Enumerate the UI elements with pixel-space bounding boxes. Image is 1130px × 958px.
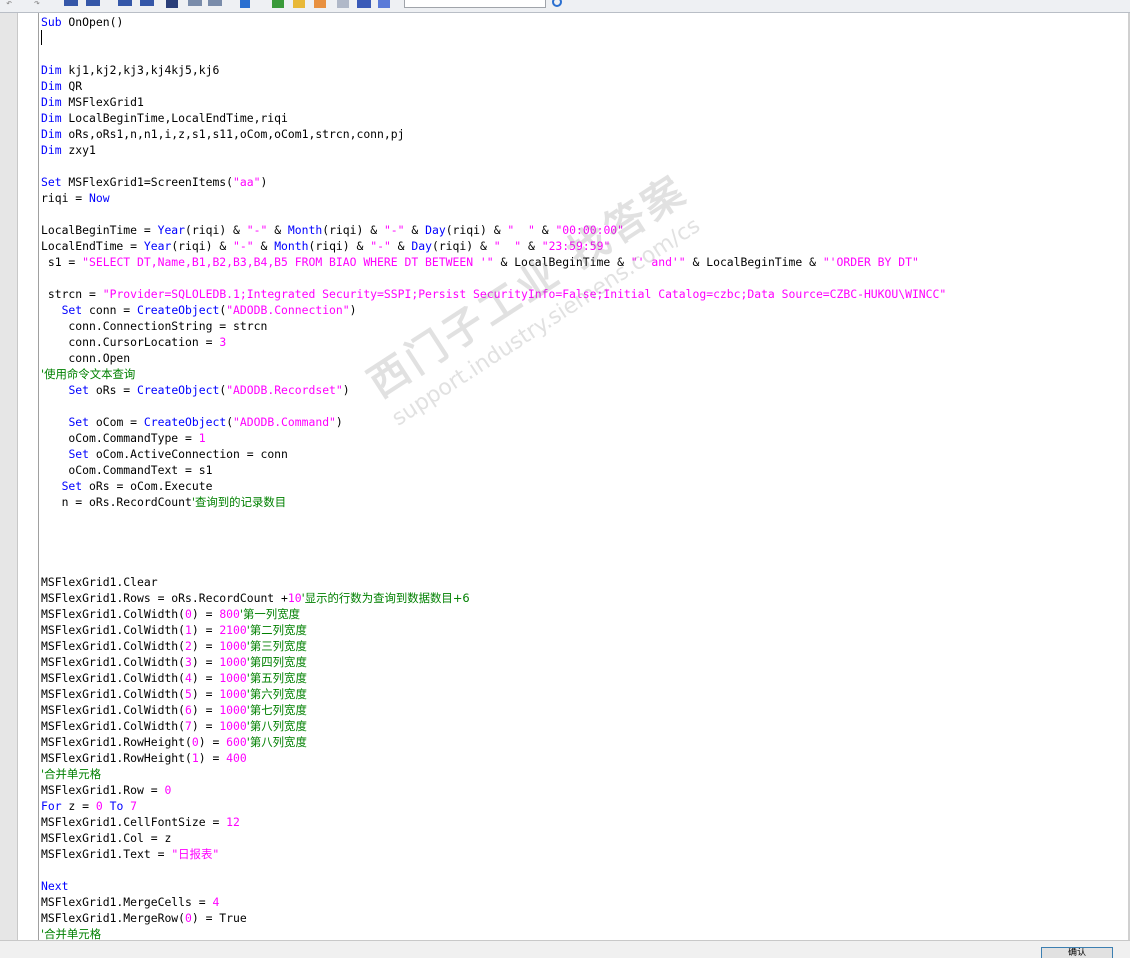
code-line[interactable]: MSFlexGrid1.ColWidth(0) = 800'第一列宽度: [41, 606, 300, 622]
outdent-icon[interactable]: [86, 0, 100, 6]
status-bar: 确认: [0, 940, 1130, 958]
code-line[interactable]: strcn = "Provider=SQLOLEDB.1;Integrated …: [41, 286, 946, 302]
tag-icon[interactable]: [357, 0, 371, 8]
code-line[interactable]: Set oCom.ActiveConnection = conn: [41, 446, 287, 462]
code-line[interactable]: Dim zxy1: [41, 142, 96, 158]
code-line[interactable]: '使用命令文本查询: [41, 366, 135, 382]
align-right-icon[interactable]: [140, 0, 154, 6]
code-line[interactable]: oCom.CommandText = s1: [41, 462, 212, 478]
code-line[interactable]: MSFlexGrid1.CellFontSize = 12: [41, 814, 240, 830]
code-line[interactable]: '合并单元格: [41, 926, 101, 940]
code-line[interactable]: Dim MSFlexGrid1: [41, 94, 144, 110]
code-line[interactable]: Dim QR: [41, 78, 82, 94]
code-line[interactable]: MSFlexGrid1.Rows = oRs.RecordCount +10'显…: [41, 590, 470, 606]
code-line[interactable]: Next: [41, 878, 68, 894]
folder-icon[interactable]: [293, 0, 305, 8]
code-line[interactable]: MSFlexGrid1.Text = "日报表": [41, 846, 219, 862]
code-line[interactable]: For z = 0 To 7: [41, 798, 137, 814]
image-icon[interactable]: [314, 0, 326, 8]
code-line[interactable]: MSFlexGrid1.Clear: [41, 574, 158, 590]
undo-icon[interactable]: ↶: [6, 0, 16, 10]
find-replace-icon[interactable]: [208, 0, 222, 6]
code-line[interactable]: MSFlexGrid1.RowHeight(0) = 600'第八列宽度: [41, 734, 307, 750]
redo-icon[interactable]: ↷: [34, 0, 44, 10]
bookmark-icon[interactable]: [166, 0, 178, 8]
code-line[interactable]: MSFlexGrid1.Row = 0: [41, 782, 171, 798]
code-line[interactable]: Set oCom = CreateObject("ADODB.Command"): [41, 414, 342, 430]
code-line[interactable]: MSFlexGrid1.RowHeight(1) = 400: [41, 750, 247, 766]
tag-icon[interactable]: [378, 0, 390, 8]
code-line[interactable]: MSFlexGrid1.ColWidth(1) = 2100'第二列宽度: [41, 622, 307, 638]
code-line[interactable]: Set MSFlexGrid1=ScreenItems("aa"): [41, 174, 267, 190]
align-left-icon[interactable]: [118, 0, 132, 6]
code-line[interactable]: conn.Open: [41, 350, 130, 366]
breakpoint-margin[interactable]: [18, 13, 39, 940]
check-icon[interactable]: [272, 0, 284, 8]
search-icon[interactable]: [552, 0, 562, 7]
code-line[interactable]: MSFlexGrid1.ColWidth(2) = 1000'第三列宽度: [41, 638, 307, 654]
find-replace-icon[interactable]: [188, 0, 202, 6]
ok-button[interactable]: 确认: [1041, 947, 1113, 958]
code-line[interactable]: MSFlexGrid1.ColWidth(4) = 1000'第五列宽度: [41, 670, 307, 686]
indent-icon[interactable]: [64, 0, 78, 6]
code-line[interactable]: MSFlexGrid1.ColWidth(3) = 1000'第四列宽度: [41, 654, 307, 670]
code-line[interactable]: MSFlexGrid1.MergeCells = 4: [41, 894, 219, 910]
code-line[interactable]: conn.ConnectionString = strcn: [41, 318, 267, 334]
code-line[interactable]: n = oRs.RecordCount'查询到的记录数目: [41, 494, 287, 510]
code-line[interactable]: conn.CursorLocation = 3: [41, 334, 226, 350]
code-line[interactable]: Dim kj1,kj2,kj3,kj4kj5,kj6: [41, 62, 219, 78]
code-line[interactable]: riqi = Now: [41, 190, 110, 206]
code-line[interactable]: Dim oRs,oRs1,n,n1,i,z,s1,s11,oCom,oCom1,…: [41, 126, 404, 142]
code-line[interactable]: Sub OnOpen(): [41, 14, 123, 30]
code-editor[interactable]: Sub OnOpen() Dim kj1,kj2,kj3,kj4kj5,kj6 Di…: [39, 13, 1128, 940]
code-line[interactable]: oCom.CommandType = 1: [41, 430, 205, 446]
code-line[interactable]: Set oRs = oCom.Execute: [41, 478, 213, 494]
code-line[interactable]: MSFlexGrid1.ColWidth(5) = 1000'第六列宽度: [41, 686, 307, 702]
toolbar: ↶ ↷: [0, 0, 1130, 13]
code-line[interactable]: Set oRs = CreateObject("ADODB.Recordset"…: [41, 382, 349, 398]
search-input[interactable]: [404, 0, 546, 8]
text-caret: [41, 30, 42, 45]
line-gutter: [0, 13, 18, 940]
code-line[interactable]: MSFlexGrid1.ColWidth(6) = 1000'第七列宽度: [41, 702, 307, 718]
code-line[interactable]: Set conn = CreateObject("ADODB.Connectio…: [41, 302, 357, 318]
code-line[interactable]: LocalBeginTime = Year(riqi) & "-" & Mont…: [41, 222, 624, 238]
up-arrow-icon[interactable]: [240, 0, 250, 8]
code-line[interactable]: MSFlexGrid1.Col = z: [41, 830, 171, 846]
code-line[interactable]: LocalEndTime = Year(riqi) & "-" & Month(…: [41, 238, 610, 254]
code-line[interactable]: s1 = "SELECT DT,Name,B1,B2,B3,B4,B5 FROM…: [41, 254, 919, 270]
code-line[interactable]: MSFlexGrid1.ColWidth(7) = 1000'第八列宽度: [41, 718, 307, 734]
code-line[interactable]: MSFlexGrid1.MergeRow(0) = True: [41, 910, 247, 926]
code-line[interactable]: '合并单元格: [41, 766, 101, 782]
code-line[interactable]: Dim LocalBeginTime,LocalEndTime,riqi: [41, 110, 288, 126]
image-icon[interactable]: [337, 0, 349, 8]
